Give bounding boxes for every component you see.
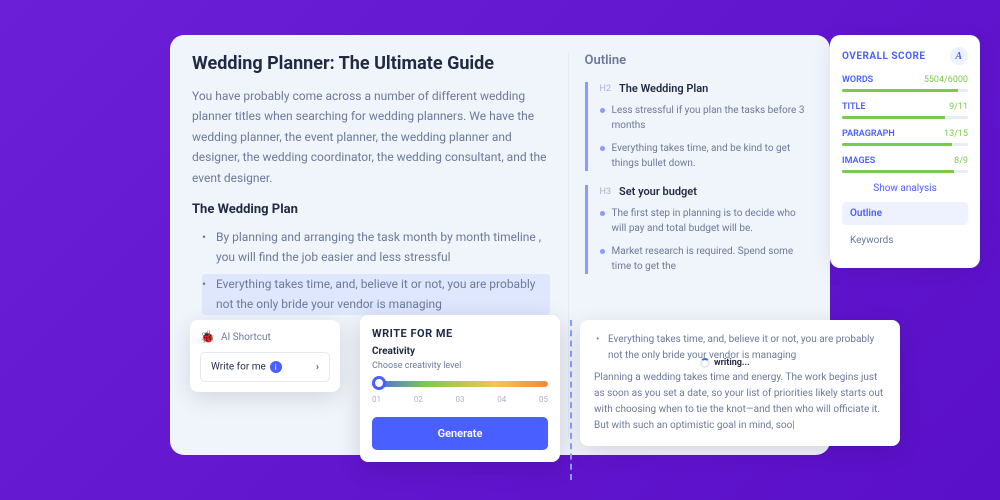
chevron-right-icon: › [316,362,319,373]
heading-tag: H2 [600,84,611,94]
outline-group[interactable]: H2The Wedding Plan Less stressful if you… [585,82,808,171]
outline-group-title[interactable]: H3Set your budget [600,185,808,198]
metric-title: TITLE9/11 [842,102,968,119]
bullet-item-highlighted[interactable]: Everything takes time, and, believe it o… [202,274,550,315]
heading-tag: H3 [600,187,611,197]
creativity-slider[interactable]: 01 02 03 04 05 [372,381,548,409]
info-icon: i [270,361,282,373]
metric-words: WORDS5504/6000 [842,75,968,92]
show-analysis-link[interactable]: Show analysis [842,183,968,194]
score-panel: OVERALL SCORE A WORDS5504/6000 TITLE9/11… [830,35,980,268]
metric-paragraph: PARAGRAPH13/15 [842,129,968,146]
bullet-list: By planning and arranging the task month… [192,227,550,321]
writing-status: writing... [700,358,750,368]
outline-group-title[interactable]: H2The Wedding Plan [600,82,808,95]
outline-item[interactable]: Less stressful if you plan the tasks bef… [600,103,808,133]
generate-button[interactable]: Generate [372,417,548,450]
write-for-me-button[interactable]: Write for mei › [200,352,330,382]
outline-item[interactable]: Everything takes time, and be kind to ge… [600,141,808,171]
outline-item[interactable]: Market research is required. Spend some … [600,244,808,274]
preview-body: Planning a wedding takes time and energy… [594,370,886,434]
spinner-icon [700,358,710,368]
grade-badge: A [950,47,968,65]
creativity-desc: Choose creativity level [372,361,548,371]
preview-popover: Everything takes time, and, believe it o… [580,320,900,446]
shortcut-heading: 🐞AI Shortcut [200,330,330,344]
outline-heading: Outline [585,53,808,68]
section-heading[interactable]: The Wedding Plan [192,202,550,217]
slider-thumb[interactable] [372,376,386,390]
divider-dashed [570,320,572,480]
creativity-label: Creativity [372,346,548,357]
ai-shortcut-popover: 🐞AI Shortcut Write for mei › [190,320,340,392]
outline-group[interactable]: H3Set your budget The first step in plan… [585,185,808,274]
bullet-item[interactable]: By planning and arranging the task month… [202,227,550,268]
score-heading: OVERALL SCORE A [842,47,968,65]
write-for-me-panel: WRITE FOR ME Creativity Choose creativit… [360,315,560,462]
outline-item[interactable]: The first step in planning is to decide … [600,206,808,236]
document-title[interactable]: Wedding Planner: The Ultimate Guide [192,53,550,74]
intro-paragraph[interactable]: You have probably come across a number o… [192,86,550,188]
tab-keywords[interactable]: Keywords [842,229,968,252]
wfm-heading: WRITE FOR ME [372,327,548,340]
ladybug-icon: 🐞 [200,330,215,344]
metric-images: IMAGES8/9 [842,156,968,173]
tab-outline[interactable]: Outline [842,202,968,225]
